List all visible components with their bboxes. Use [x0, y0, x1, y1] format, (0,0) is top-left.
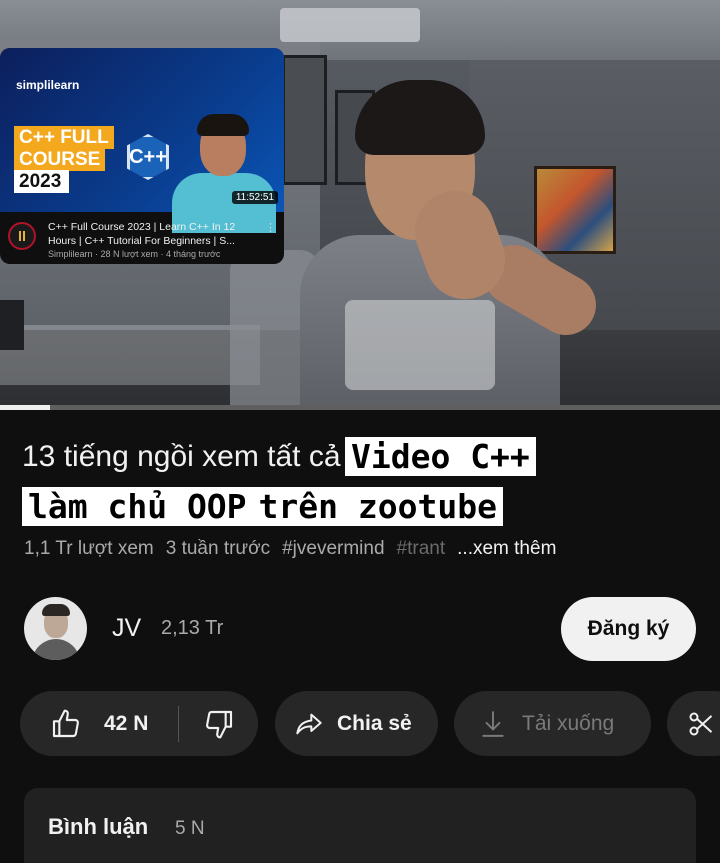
download-label: Tải xuống	[522, 711, 615, 735]
comments-title: Bình luận	[48, 814, 149, 839]
card-channel-avatar[interactable]	[8, 222, 36, 250]
cpp-logo-icon: C++	[127, 134, 169, 180]
card-tag: COURSE	[14, 148, 106, 171]
scene-desk	[0, 325, 260, 385]
scene-picture-frame	[282, 55, 327, 185]
scissors-icon	[687, 710, 715, 738]
shirt-print	[345, 300, 495, 390]
title-highlight: Video C++	[344, 437, 536, 476]
share-label: Chia sẻ	[337, 711, 412, 735]
comments-section[interactable]: Bình luận 5 N	[24, 788, 696, 863]
card-brand-logo: simplilearn	[16, 78, 80, 92]
thumb-up-icon	[50, 708, 82, 740]
like-dislike-pill: 42 N	[20, 691, 258, 756]
like-button[interactable]: 42 N	[20, 691, 178, 756]
upload-date: 3 tuần trước	[165, 538, 271, 559]
title-highlight: trên zootube	[252, 487, 503, 527]
hashtag[interactable]: #trant	[397, 538, 446, 559]
progress-fill	[0, 405, 51, 410]
clip-button[interactable]	[667, 691, 720, 756]
card-tag: 2023	[14, 170, 70, 193]
like-count: 42 N	[104, 711, 149, 735]
title-text: 13 tiếng ngồi xem tất cả	[22, 440, 341, 473]
scene-speaker	[0, 300, 24, 350]
card-tag: C++ FULL	[14, 126, 114, 149]
presenter-hair	[197, 114, 249, 136]
download-icon	[480, 710, 506, 738]
avatar-body	[32, 639, 80, 660]
card-thumbnail: simplilearn C++ C++ FULL COURSE 2023 11:…	[0, 48, 284, 233]
card-title[interactable]: C++ Full Course 2023 | Learn C++ In 12 H…	[48, 220, 260, 248]
share-icon	[295, 710, 323, 738]
more-vert-icon[interactable]: ⋮	[265, 221, 276, 234]
show-more-link[interactable]: ...xem thêm	[457, 538, 556, 559]
channel-name[interactable]: JV	[112, 614, 141, 643]
embedded-video-card[interactable]: simplilearn C++ C++ FULL COURSE 2023 11:…	[0, 48, 284, 264]
video-title[interactable]: 13 tiếng ngồi xem tất cả Video C++ làm c…	[22, 432, 712, 532]
channel-avatar[interactable]	[24, 597, 87, 660]
comments-count: 5 N	[175, 818, 205, 839]
scene-painting	[534, 166, 616, 254]
card-meta: Simplilearn · 28 N lượt xem · 4 tháng tr…	[48, 249, 221, 259]
download-button[interactable]: Tải xuống	[454, 691, 651, 756]
share-button[interactable]: Chia sẻ	[275, 691, 438, 756]
subscribe-button[interactable]: Đăng ký	[561, 597, 696, 661]
subscriber-count: 2,13 Tr	[161, 617, 224, 639]
title-highlight: làm chủ OOP	[22, 487, 253, 527]
video-player[interactable]: simplilearn C++ C++ FULL COURSE 2023 11:…	[0, 0, 720, 410]
scene-air-conditioner	[280, 8, 420, 42]
dislike-button[interactable]	[179, 691, 258, 756]
view-count: 1,1 Tr lượt xem	[24, 538, 154, 559]
hashtag[interactable]: #jvevermind	[282, 538, 384, 559]
avatar-hair	[42, 604, 70, 616]
video-meta[interactable]: 1,1 Tr lượt xem 3 tuần trước #jvevermind #t…	[24, 538, 568, 560]
progress-bar[interactable]	[0, 405, 720, 410]
thumb-down-icon	[203, 708, 235, 740]
card-duration: 11:52:51	[231, 191, 278, 204]
music-icon	[19, 231, 25, 241]
